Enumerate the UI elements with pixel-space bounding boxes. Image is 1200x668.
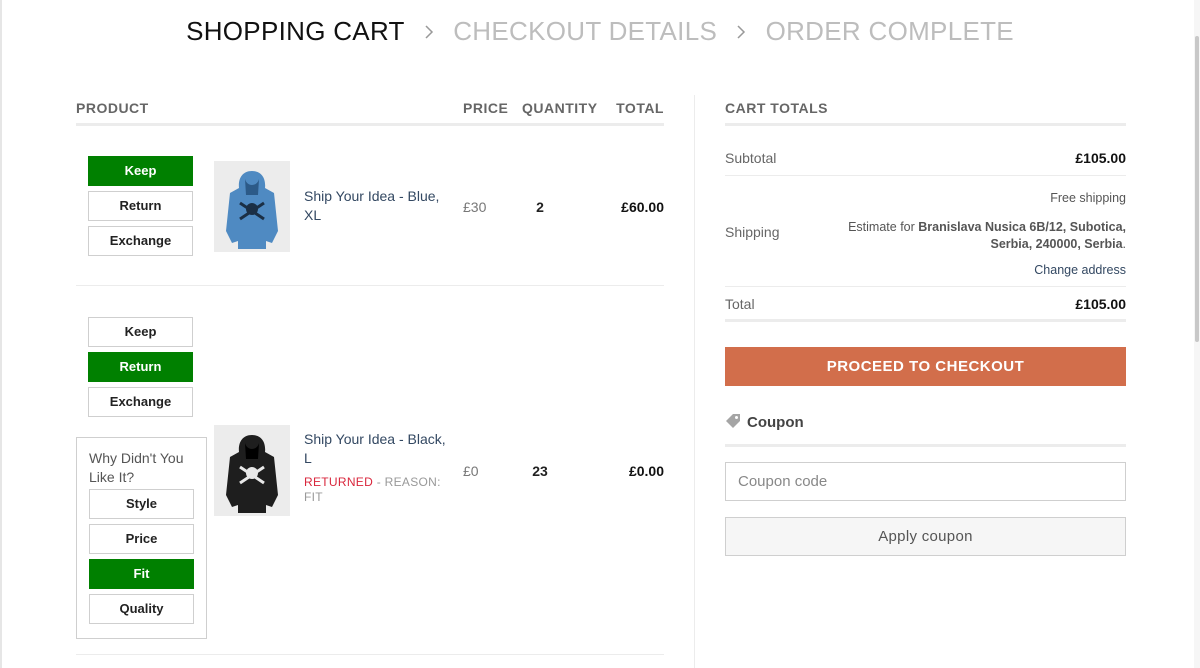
coupon-header: Coupon — [725, 410, 1126, 447]
return-status: RETURNED - REASON: FIT — [304, 475, 444, 505]
change-address-link[interactable]: Change address — [1034, 263, 1126, 277]
header-total: TOTAL — [616, 100, 664, 116]
chevron-right-icon — [424, 16, 434, 47]
cart-totals-title: CART TOTALS — [725, 90, 1126, 126]
item-total: £60.00 — [621, 199, 664, 215]
estimate-address: Branislava Nusica 6B/12, Subotica, Serbi… — [918, 220, 1126, 251]
subtotal-label: Subtotal — [725, 150, 777, 166]
total-value: £105.00 — [1075, 296, 1126, 312]
total-row: Total £105.00 — [725, 287, 1126, 322]
total-label: Total — [725, 296, 755, 312]
header-product: PRODUCT — [76, 100, 149, 116]
return-reason-panel: Why Didn't You Like It? Style Price Fit … — [76, 437, 207, 639]
reason-style-button[interactable]: Style — [89, 489, 194, 519]
exchange-button[interactable]: Exchange — [88, 226, 193, 256]
coupon-code-input[interactable] — [725, 462, 1126, 501]
product-name-link[interactable]: Ship Your Idea - Blue, XL — [304, 187, 449, 225]
cart-totals: CART TOTALS Subtotal £105.00 Shipping Fr… — [725, 90, 1126, 322]
keep-button[interactable]: Keep — [88, 156, 193, 186]
step-shopping-cart[interactable]: SHOPPING CART — [186, 16, 405, 47]
checkout-steps: SHOPPING CART CHECKOUT DETAILS ORDER COM… — [0, 14, 1200, 47]
product-thumbnail[interactable] — [214, 161, 290, 252]
item-price: £0 — [463, 463, 479, 479]
proceed-to-checkout-button[interactable]: PROCEED TO CHECKOUT — [725, 347, 1126, 386]
reason-quality-button[interactable]: Quality — [89, 594, 194, 624]
product-name-link[interactable]: Ship Your Idea - Black, L — [304, 430, 449, 468]
cart-table: PRODUCT PRICE QUANTITY TOTAL Keep Return… — [76, 90, 664, 655]
estimate-suffix: . — [1122, 237, 1126, 251]
scrollbar-thumb[interactable] — [1195, 36, 1199, 342]
subtotal-row: Subtotal £105.00 — [725, 129, 1126, 176]
shipping-method: Free shipping — [1050, 191, 1126, 205]
shipping-row: Shipping Free shipping Estimate for Bran… — [725, 176, 1126, 287]
shipping-estimate: Estimate for Branislava Nusica 6B/12, Su… — [806, 219, 1126, 253]
header-quantity: QUANTITY — [522, 100, 598, 116]
blue-hoodie-image — [214, 161, 290, 252]
apply-coupon-button[interactable]: Apply coupon — [725, 517, 1126, 556]
reason-price-button[interactable]: Price — [89, 524, 194, 554]
step-checkout-details[interactable]: CHECKOUT DETAILS — [453, 16, 717, 47]
item-quantity: 23 — [532, 463, 548, 479]
keep-button[interactable]: Keep — [88, 317, 193, 347]
item-total: £0.00 — [628, 463, 664, 479]
coupon-title: Coupon — [747, 414, 804, 431]
page-edge — [0, 0, 2, 668]
cart-item-row: Keep Return Exchange Why Didn't You Like… — [76, 286, 664, 655]
cart-item-row: Keep Return Exchange Ship Your Idea - Bl… — [76, 126, 664, 286]
product-thumbnail[interactable] — [214, 425, 290, 516]
change-address-wrap: Change address — [806, 262, 1126, 279]
header-price: PRICE — [463, 100, 509, 116]
returned-label: RETURNED — [304, 475, 374, 489]
column-divider — [694, 95, 695, 668]
black-hoodie-image — [214, 425, 290, 516]
return-button[interactable]: Return — [88, 191, 193, 221]
cart-table-header: PRODUCT PRICE QUANTITY TOTAL — [76, 90, 664, 126]
chevron-right-icon — [736, 16, 746, 47]
return-reason-title: Why Didn't You Like It? — [89, 450, 184, 485]
tag-icon — [725, 413, 741, 433]
return-button[interactable]: Return — [88, 352, 193, 382]
step-order-complete: ORDER COMPLETE — [765, 15, 1014, 46]
exchange-button[interactable]: Exchange — [88, 387, 193, 417]
shipping-label: Shipping — [725, 224, 780, 240]
estimate-prefix: Estimate for — [848, 220, 919, 234]
subtotal-value: £105.00 — [1075, 150, 1126, 166]
item-price: £30 — [463, 199, 487, 215]
scrollbar[interactable] — [1194, 0, 1200, 668]
reason-fit-button[interactable]: Fit — [89, 559, 194, 589]
item-quantity: 2 — [536, 199, 544, 215]
